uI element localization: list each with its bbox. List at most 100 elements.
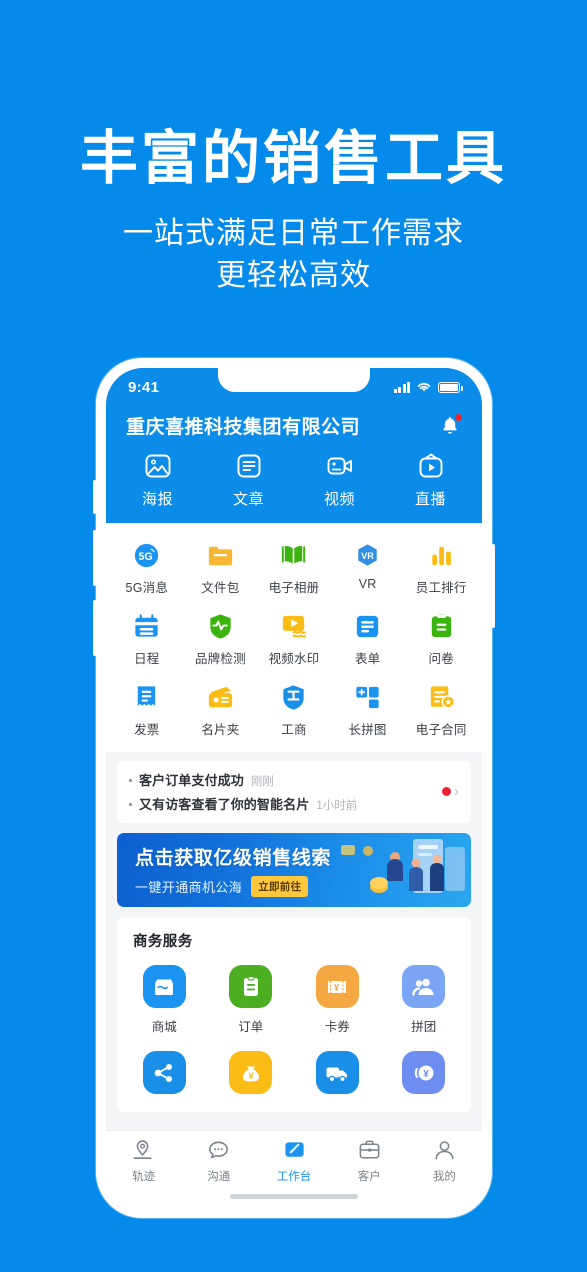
nav-label: 工作台 (276, 1171, 312, 1183)
svg-text:VR: VR (361, 551, 374, 561)
tool-label: 表单 (354, 652, 381, 666)
service-yuan[interactable]: ¥ (381, 1041, 468, 1108)
content-scroll[interactable]: 5G 5G消息 文件包 电子相册 VR VR 员工排行 日程 品牌检测 视频水印… (106, 523, 482, 1130)
volume-up-button (93, 530, 97, 586)
wifi-icon (417, 383, 431, 392)
notification-ticker[interactable]: 客户订单支付成功 刚刚 又有访客查看了你的智能名片 1小时前 › (117, 761, 471, 823)
tool-form[interactable]: 表单 (331, 604, 405, 675)
tool-card-holder[interactable]: 名片夹 (184, 675, 258, 746)
service-group-buy[interactable]: 拼团 (381, 955, 468, 1041)
tool-label: 电子相册 (268, 581, 320, 595)
user-icon (435, 1141, 454, 1160)
service-delivery[interactable] (294, 1041, 381, 1108)
services-row-2: ¥ ¥ (121, 1041, 467, 1108)
status-icons (393, 381, 463, 393)
service-mall[interactable]: 商城 (121, 955, 208, 1041)
card-holder-icon (208, 686, 233, 708)
notice-item[interactable]: 又有访客查看了你的智能名片 1小时前 (129, 794, 357, 813)
nav-item-workbench[interactable]: 工作台 (256, 1138, 331, 1184)
nav-label: 客户 (357, 1171, 381, 1183)
money-bag-icon: ¥ (229, 1051, 273, 1094)
calendar-icon (135, 614, 158, 637)
notice-text: 又有访客查看了你的智能名片 (139, 797, 310, 812)
notice-time: 刚刚 (250, 776, 274, 788)
nav-item-profile[interactable]: 我的 (407, 1138, 482, 1184)
app-header: 重庆喜推科技集团有限公司 海报 文章 视频 直播 (106, 406, 482, 523)
share-icon (142, 1051, 186, 1094)
tool-label: 5G消息 (125, 581, 169, 595)
folder-icon (208, 546, 233, 566)
svg-text:¥: ¥ (248, 1071, 254, 1082)
tool-questionnaire[interactable]: 问卷 (404, 604, 478, 675)
tool-e-contract[interactable]: 电子合同 (404, 675, 478, 746)
tool-5g-message[interactable]: 5G 5G消息 (110, 533, 184, 604)
tab-live[interactable]: 直播 (385, 451, 476, 509)
tool-label: 文件包 (201, 581, 240, 595)
signal-bars-icon (393, 381, 410, 393)
chevron-right-icon[interactable]: › (454, 784, 459, 799)
services-row-1: 商城 订单 ¥ 卡券 拼团 (121, 955, 467, 1041)
clipboard-icon (431, 614, 451, 638)
tool-label: 品牌检测 (194, 652, 246, 666)
service-money[interactable]: ¥ (208, 1041, 295, 1108)
tool-file-package[interactable]: 文件包 (184, 533, 258, 604)
nav-item-track[interactable]: 轨迹 (106, 1138, 181, 1184)
service-order[interactable]: 订单 (208, 955, 295, 1041)
tool-label: 问卷 (428, 652, 454, 666)
banner-cta-button[interactable]: 立即前往 (251, 876, 309, 897)
form-icon (356, 615, 379, 638)
tool-business-license[interactable]: 工商 (257, 675, 331, 746)
hero-subtitle-line-2: 更轻松高效 (216, 259, 371, 293)
shield-pulse-icon (210, 614, 231, 639)
service-share[interactable] (121, 1041, 208, 1108)
service-label: 订单 (238, 1020, 264, 1034)
company-name: 重庆喜推科技集团有限公司 (126, 417, 361, 438)
tool-invoice[interactable]: 发票 (110, 675, 184, 746)
nav-label: 轨迹 (132, 1171, 156, 1183)
notice-item[interactable]: 客户订单支付成功 刚刚 (129, 770, 357, 789)
tools-row-3: 发票 名片夹 工商 长拼图 电子合同 (110, 675, 478, 746)
tool-label: 视频水印 (268, 652, 320, 666)
bullet-icon (129, 779, 132, 782)
tool-staff-ranking[interactable]: 员工排行 (404, 533, 478, 604)
banner-illustration (341, 839, 465, 893)
tool-long-collage[interactable]: 长拼图 (331, 675, 405, 746)
nav-label: 沟通 (207, 1171, 231, 1183)
coupon-icon: ¥ (315, 965, 359, 1008)
tool-vr[interactable]: VR VR (331, 533, 405, 604)
tab-poster[interactable]: 海报 (112, 451, 203, 509)
home-indicator-area (106, 1187, 482, 1208)
service-label: 卡券 (324, 1020, 350, 1034)
invoice-icon (138, 686, 156, 706)
volume-down-button (93, 600, 97, 656)
tool-label: VR (358, 577, 377, 591)
nav-item-chat[interactable]: 沟通 (181, 1138, 256, 1184)
tab-video[interactable]: 视频 (294, 451, 385, 509)
tool-schedule[interactable]: 日程 (110, 604, 184, 675)
phone-screen: 9:41 重庆喜推科技集团有限公司 海报 文章 视频 直播 5G 5G消息 文件… (106, 368, 482, 1208)
service-coupon[interactable]: ¥ 卡券 (294, 955, 381, 1041)
notice-time: 1小时前 (316, 800, 358, 812)
nav-label: 我的 (432, 1171, 456, 1183)
services-title: 商务服务 (133, 934, 193, 950)
hero-subtitle-line-1: 一站式满足日常工作需求 (123, 216, 464, 250)
svg-text:¥: ¥ (423, 1069, 429, 1080)
home-indicator[interactable] (230, 1194, 358, 1199)
promo-banner[interactable]: 点击获取亿级销售线索 一键开通商机公海 立即前往 (117, 833, 471, 907)
bar-chart-icon (431, 546, 451, 566)
tool-video-watermark[interactable]: 视频水印 (257, 604, 331, 675)
image-icon (145, 454, 170, 478)
shop-icon (142, 965, 186, 1008)
tab-article[interactable]: 文章 (203, 451, 294, 509)
tools-grid: 5G 5G消息 文件包 电子相册 VR VR 员工排行 日程 品牌检测 视频水印… (106, 523, 482, 752)
nav-item-customer[interactable]: 客户 (332, 1138, 407, 1184)
tool-brand-detection[interactable]: 品牌检测 (184, 604, 258, 675)
live-tv-icon (419, 453, 442, 478)
hero-subtitle: 一站式满足日常工作需求 更轻松高效 (0, 213, 587, 298)
chat-bubble-icon (209, 1141, 229, 1159)
workbench-icon (284, 1142, 304, 1157)
tool-e-album[interactable]: 电子相册 (257, 533, 331, 604)
group-buy-icon (402, 965, 446, 1008)
unread-dot (442, 787, 451, 796)
notification-button[interactable] (438, 412, 463, 438)
